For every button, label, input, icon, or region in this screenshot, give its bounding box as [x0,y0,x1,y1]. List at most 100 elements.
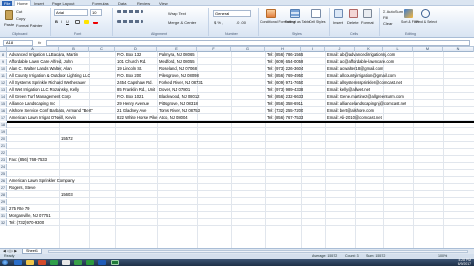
row-header[interactable]: 12 [0,80,7,86]
insert-cells-button[interactable]: Insert [333,20,343,25]
row-header[interactable]: 29 [0,199,7,205]
cell-j[interactable]: Email: kelly@allwet.net [326,87,370,93]
row-header[interactable]: 16 [0,108,7,114]
cell-e[interactable]: Blackwood, NJ 08012 [158,94,200,100]
delete-cells-icon[interactable] [349,9,358,18]
delete-cells-button[interactable]: Delete [347,20,359,25]
format-as-table-icon[interactable] [290,9,300,18]
row-header[interactable]: 19 [0,129,7,135]
cell-e[interactable]: Pilesgrove, NJ 08098 [158,73,199,79]
cell-j[interactable]: Email: acwalter18@gmail.com [326,66,383,72]
cell-a[interactable]: Rogers, Steve [8,185,36,191]
cell-a[interactable]: Morganville, NJ 07751 [8,213,51,219]
cell-a[interactable]: 275 Rte 79 [8,206,30,212]
app-taskbar-icon[interactable] [74,260,82,265]
conditional-formatting-icon[interactable] [266,9,276,18]
row-header[interactable]: 21 [0,143,7,149]
cell-b[interactable]: 15603 [60,192,73,198]
sort-filter-icon[interactable] [404,9,413,18]
cell-j[interactable]: Email: allcountyirrigation@gmail.com [326,73,396,79]
format-cells-button[interactable]: Format [361,20,374,25]
cell-j[interactable]: Email: ab@advancedirrigationnj.com [326,52,395,58]
cell-h[interactable]: Tel: (609) 654-0059 [266,59,303,65]
horizontal-scrollbar[interactable] [48,250,468,253]
cell-a[interactable]: Alan C. Walter Lands Walter, Alan [8,66,72,72]
row-header[interactable]: 15 [0,101,7,107]
cell-d[interactable]: 2454 Capshaw Rd. [116,80,153,86]
cell-a[interactable]: American Lawn Sprinkler Company [8,178,75,184]
wrap-text-button[interactable]: Wrap Text [168,11,186,16]
cell-e[interactable]: Forked River, NJ 08731 [158,80,203,86]
cell-h[interactable]: Tel: (609) 971-7650 [266,80,303,86]
font-size-combo[interactable]: 10 [90,9,102,16]
copy-button[interactable]: Copy [16,16,25,21]
cell-e[interactable]: Palmyra, NJ 08065 [158,52,195,58]
align-top-icons[interactable] [117,10,143,13]
bold-button[interactable]: B [55,19,58,24]
autosum-button[interactable]: Σ AutoSum [383,9,403,14]
cut-button[interactable]: Cut [16,9,22,14]
cell-j[interactable]: Email: ac@affordable-lawncare.com [326,59,394,65]
cell-h[interactable]: Tel: (856) 232-6633 [266,94,303,100]
cell-a[interactable]: All Systems Sprinkle Richard Wetherauer [8,80,86,86]
cell-a[interactable]: All Green Turf Management Corp [8,94,71,100]
row-header[interactable]: 8 [0,52,7,58]
cell-e[interactable]: Pittsgrove, NJ 08318 [158,101,198,107]
merge-center-button[interactable]: Merge & Center [168,20,196,25]
cell-d[interactable]: 29 Henry Avenue [116,101,149,107]
cell-a[interactable]: Tel: (732)970-9300 [8,220,44,226]
row-header[interactable]: 10 [0,66,7,72]
cell-b[interactable]: 15572 [60,136,73,142]
fill-button[interactable]: Fill [383,15,388,20]
system-clock[interactable]: 4:28 PM 6/9/2017 [458,258,471,266]
cell-a[interactable]: Alliance Landscaping Inc [8,101,55,107]
row-header[interactable]: 26 [0,178,7,184]
row-header[interactable]: 32 [0,220,7,226]
cell-a[interactable]: Advanced Irrigation LLBacara, Martin [8,52,78,58]
format-cells-icon[interactable] [363,9,372,18]
name-box[interactable]: A18 [3,40,33,46]
cell-h[interactable]: Tel: (973) 989-4338 [266,87,303,93]
insert-cells-icon[interactable] [334,9,343,18]
chrome-taskbar-icon[interactable] [50,260,58,265]
media-taskbar-icon[interactable] [38,260,46,265]
row-header[interactable]: 11 [0,73,7,79]
cell-d[interactable]: P.O. Box 1021 [116,94,144,100]
explorer-taskbar-icon[interactable] [26,260,34,265]
cell-h[interactable]: Tel: (732) 255-7200 [266,108,303,114]
cell-e[interactable]: Medford, NJ 08055 [158,59,195,65]
cell-d[interactable]: P.O. Box 132 [116,52,141,58]
underline-button[interactable]: U [66,19,69,24]
fill-color-icon[interactable] [84,20,89,24]
row-header[interactable]: 22 [0,150,7,156]
find-select-icon[interactable] [421,9,430,18]
row-header[interactable]: 31 [0,213,7,219]
cell-j[interactable]: Email: Gene.martinez@allgreenturm.com [326,94,404,100]
cell-h[interactable]: Tel: (973) 226-3604 [266,66,303,72]
excel-taskbar-icon[interactable] [111,260,119,265]
cell-d[interactable]: 21 Gladney Ave [116,108,147,114]
cell-e[interactable]: Dover, NJ 07801 [158,87,190,93]
cell-d[interactable]: 85 Franklin Rd., Unit [116,87,155,93]
row-header[interactable]: 30 [0,206,7,212]
font-color-icon[interactable] [93,20,98,24]
cell-a[interactable]: Alshore Service Conf Barbato, Armand "Be… [8,108,93,114]
cell-e[interactable]: Toms River, NJ 08753 [158,108,200,114]
clear-button[interactable]: Clear [383,21,393,26]
row-header[interactable]: 27 [0,185,7,191]
cell-e[interactable]: Roseland, NJ 07068 [158,66,197,72]
row-header[interactable]: 24 [0,164,7,170]
ie-taskbar-icon[interactable] [14,260,22,265]
cell-d[interactable]: 101 Church Rd. [116,59,146,65]
number-format-combo[interactable]: General [213,10,251,17]
start-button[interactable] [2,260,8,265]
app-taskbar-icon[interactable] [62,260,70,265]
cell-j[interactable]: Email: bert@alshore.com [326,108,374,114]
cell-styles-icon[interactable] [311,9,321,18]
row-header[interactable]: 28 [0,192,7,198]
find-select-button[interactable]: Find & Select [416,20,437,25]
font-name-combo[interactable]: Arial [54,9,88,16]
align-horizontal-icons[interactable] [117,20,143,23]
cell-d[interactable]: 19 Lincoln St. [116,66,142,72]
row-header[interactable]: 9 [0,59,7,65]
